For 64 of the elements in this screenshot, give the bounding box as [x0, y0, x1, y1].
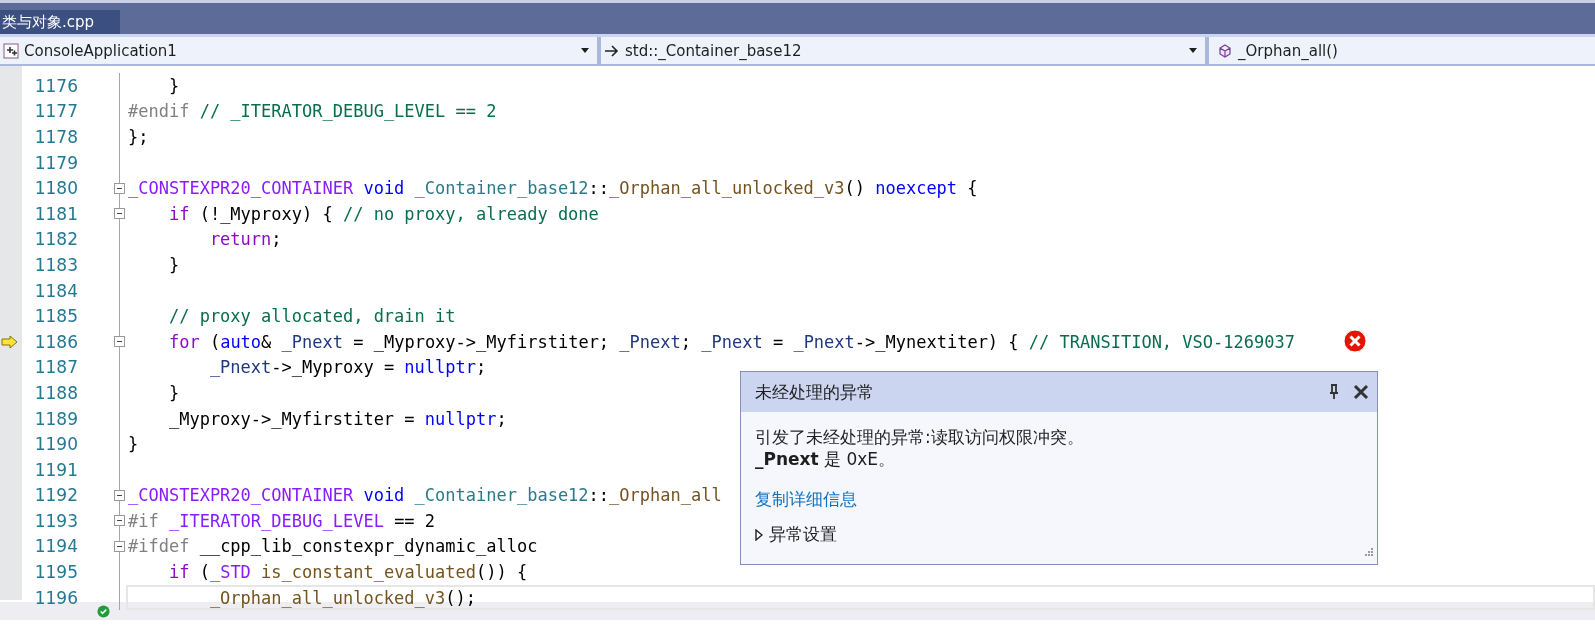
exception-settings-label[interactable]: 异常设置: [769, 523, 837, 546]
line-number: 1183: [33, 254, 78, 275]
code-line: if (_STD is_constant_evaluated()) {: [167, 562, 528, 583]
collapse-icon[interactable]: [114, 515, 125, 527]
line-number: 1184: [33, 280, 78, 301]
code-line: return;: [208, 229, 282, 250]
collapse-icon[interactable]: [114, 336, 125, 348]
line-number: 1177: [33, 101, 78, 122]
code-line: #if _ITERATOR_DEBUG_LEVEL == 2: [128, 510, 436, 531]
code-line: _Pnext->_Myproxy = nullptr;: [208, 357, 487, 378]
collapse-icon[interactable]: [114, 208, 125, 220]
pin-icon[interactable]: [1329, 384, 1339, 400]
line-number: 1191: [33, 459, 78, 480]
line-number: 1193: [33, 510, 78, 531]
code-line: _Orphan_all_unlocked_v3();: [208, 587, 476, 608]
line-number: 1189: [33, 408, 78, 429]
line-number: 1194: [33, 536, 78, 557]
code-line: };: [128, 127, 149, 147]
line-number: 1176: [33, 75, 78, 96]
collapse-icon[interactable]: [114, 489, 125, 501]
code-line: _CONSTEXPR20_CONTAINER void _Container_base12::_Orphan_all_unlocked_v3() noexcept {: [128, 178, 978, 199]
code-line: _CONSTEXPR20_CONTAINER void _Container_base12::_Orphan_all: [128, 485, 722, 506]
code-line: _Myproxy->_Myfirstiter = nullptr;: [167, 408, 507, 429]
line-number: 1196: [33, 587, 78, 608]
exception-detail: _Pnext 是 0xE。: [755, 448, 896, 470]
collapse-icon[interactable]: [114, 541, 125, 552]
error-icon: [1343, 329, 1367, 353]
line-number: 1187: [33, 357, 78, 378]
line-number: 1178: [33, 127, 78, 147]
code-line: }: [167, 75, 180, 96]
exception-message: 引发了未经处理的异常:读取访问权限冲突。: [755, 426, 1084, 448]
line-number: 1186: [33, 331, 78, 352]
project-icon: [3, 42, 19, 59]
line-number: 1192: [33, 485, 78, 506]
line-number: 1188: [33, 382, 78, 403]
popup-title: 未经处理的异常: [755, 380, 875, 404]
line-number: 1195: [33, 562, 78, 583]
collapse-icon[interactable]: [114, 182, 125, 194]
file-tab[interactable]: 类与对象.cpp: [0, 10, 121, 34]
code-line: }: [128, 434, 139, 455]
expand-icon[interactable]: [755, 528, 763, 541]
line-number: 1181: [33, 203, 78, 224]
line-number: 1179: [33, 152, 78, 173]
arrow-icon: [604, 42, 620, 59]
navigation-dropdown[interactable]: std::_Container_base12: [601, 37, 1209, 64]
caret-icon: [1189, 48, 1197, 53]
line-number: 1182: [33, 229, 78, 250]
navigation-dropdown[interactable]: ConsoleApplication1: [0, 37, 601, 64]
code-line: for (auto& _Pnext = _Myproxy->_Myfirstiter; _Pnext; _Pnext = _Pnext->_Mynextiter) { // TRANSITION, VSO-1269037: [167, 331, 1295, 352]
code-line: #ifdef __cpp_lib_constexpr_dynamic_alloc: [128, 536, 538, 557]
navigation-dropdown[interactable]: _Orphan_all(): [1209, 37, 1595, 64]
cube-icon: [1217, 42, 1233, 59]
copy-details-link[interactable]: 复制详细信息: [755, 488, 857, 511]
close-icon[interactable]: [1353, 384, 1369, 400]
code-line: #endif // _ITERATOR_DEBUG_LEVEL == 2: [128, 101, 497, 122]
line-number: 1190: [33, 434, 78, 455]
code-line: }: [167, 382, 180, 403]
code-line: }: [167, 254, 180, 275]
code-line: if (!_Myproxy) { // no proxy, already done: [167, 203, 599, 224]
check-icon: [97, 604, 110, 618]
line-number: 1180: [33, 178, 78, 199]
line-number: 1185: [33, 306, 78, 327]
caret-icon: [581, 48, 589, 53]
code-line: // proxy allocated, drain it: [167, 306, 456, 327]
